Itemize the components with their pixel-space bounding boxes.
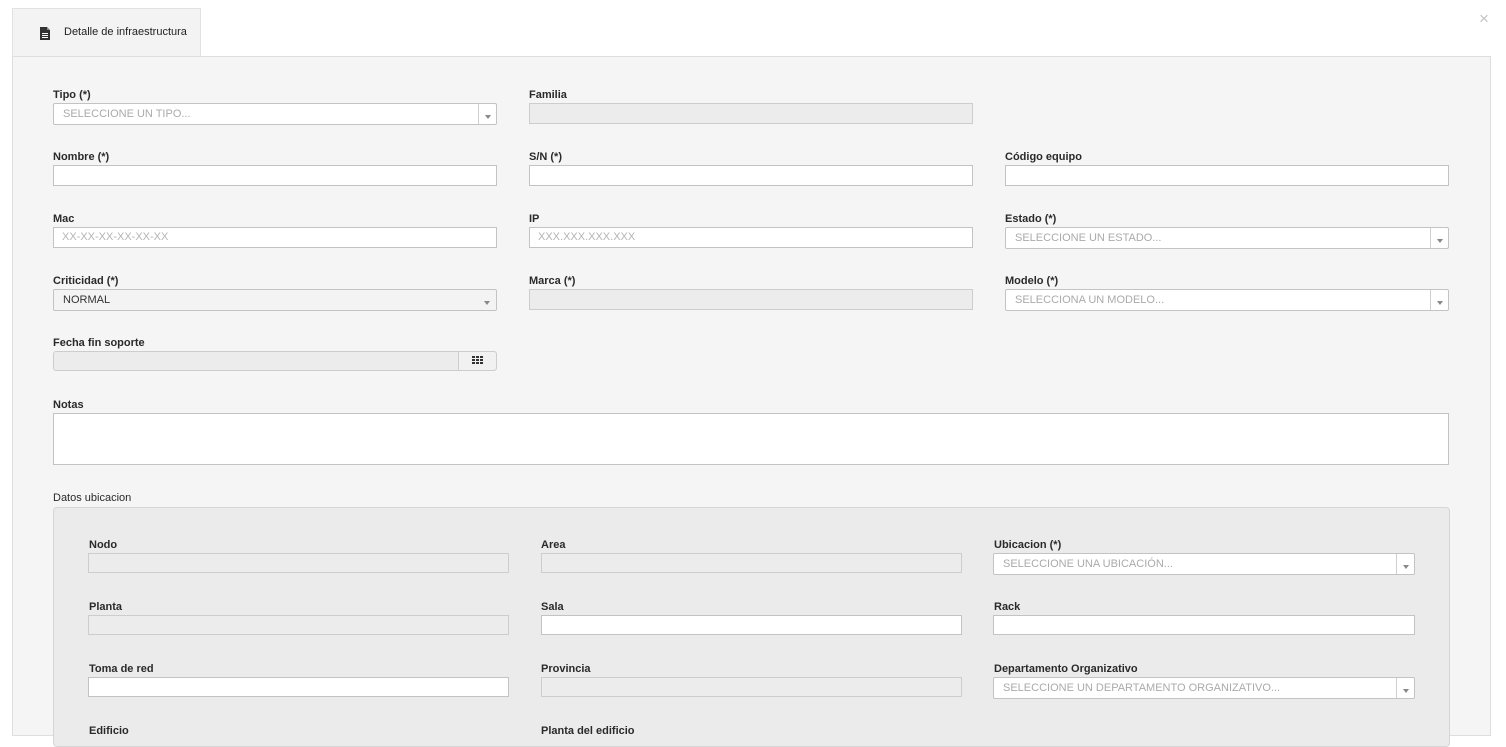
marca-field [529,289,973,310]
fecha-fin-soporte-field[interactable] [53,351,497,371]
criticidad-label: Criticidad (*) [53,275,119,287]
modelo-label: Modelo (*) [1005,275,1059,287]
tab-label: Detalle de infraestructura [64,26,187,38]
criticidad-select[interactable]: NORMAL [53,289,497,311]
familia-label: Familia [529,89,567,101]
tab-detalle-infraestructura[interactable]: Detalle de infraestructura [12,8,201,57]
area-label: Area [541,539,566,551]
ip-field[interactable]: XXX.XXX.XXX.XXX [529,227,973,248]
edificio-label: Edificio [89,725,129,737]
familia-field [529,103,973,124]
notas-textarea[interactable] [53,413,1449,465]
planta-field [88,615,509,635]
tipo-select[interactable]: SELECCIONE UN TIPO... [53,103,497,125]
criticidad-select-value: NORMAL [63,294,111,306]
ip-label: IP [529,213,540,225]
tipo-select-placeholder: SELECCIONE UN TIPO... [63,108,191,120]
mac-label: Mac [53,213,75,225]
provincia-field [541,677,962,697]
sn-field[interactable] [529,165,973,186]
toma-de-red-label: Toma de red [89,663,154,675]
notas-label: Notas [53,399,84,411]
chevron-down-icon [1396,678,1414,698]
chevron-down-icon [478,104,496,124]
nodo-field [88,553,509,573]
modelo-select-placeholder: SELECCIONA UN MODELO... [1015,294,1165,306]
chevron-down-icon [1430,290,1448,310]
ubicacion-select-placeholder: SELECCIONE UNA UBICACIÓN... [1003,558,1173,570]
rack-label: Rack [994,601,1021,613]
chevron-down-icon [478,290,496,310]
datos-ubicacion-panel: Nodo Area Ubicacion (*) SELECCIONE UNA U… [53,507,1450,747]
planta-label: Planta [89,601,123,613]
sala-field[interactable] [541,615,962,635]
planta-edificio-label: Planta del edificio [541,725,635,737]
toma-de-red-field[interactable] [88,677,509,697]
ubicacion-select[interactable]: SELECCIONE UNA UBICACIÓN... [993,553,1415,575]
codigo-equipo-field[interactable] [1005,165,1449,186]
estado-select[interactable]: SELECCIONE UN ESTADO... [1005,227,1449,249]
datos-ubicacion-title: Datos ubicacion [53,492,132,504]
nombre-label: Nombre (*) [53,151,110,163]
form-panel: Tipo (*) SELECCIONE UN TIPO... Familia N… [12,56,1491,747]
chevron-down-icon [1396,554,1414,574]
estado-select-placeholder: SELECCIONE UN ESTADO... [1015,232,1162,244]
modelo-select[interactable]: SELECCIONA UN MODELO... [1005,289,1449,311]
departamento-select[interactable]: SELECCIONE UN DEPARTAMENTO ORGANIZATIVO.… [993,677,1415,699]
codigo-equipo-label: Código equipo [1005,151,1082,163]
area-field [541,553,962,573]
chevron-down-icon [1430,228,1448,248]
tipo-label: Tipo (*) [53,89,91,101]
nombre-field[interactable] [53,165,497,186]
sala-label: Sala [541,601,564,613]
provincia-label: Provincia [541,663,591,675]
ubicacion-label: Ubicacion (*) [994,539,1062,551]
mac-field[interactable]: XX-XX-XX-XX-XX-XX [53,227,497,248]
close-icon[interactable]: × [1479,10,1489,27]
sn-label: S/N (*) [529,151,562,163]
marca-label: Marca (*) [529,275,576,287]
nodo-label: Nodo [89,539,118,551]
departamento-select-placeholder: SELECCIONE UN DEPARTAMENTO ORGANIZATIVO.… [1003,682,1281,694]
document-icon [40,27,50,40]
fecha-fin-soporte-label: Fecha fin soporte [53,337,145,349]
departamento-label: Departamento Organizativo [994,663,1138,675]
rack-field[interactable] [993,615,1415,635]
calendar-button[interactable] [458,352,496,370]
calendar-grid-icon [472,356,483,366]
estado-label: Estado (*) [1005,213,1057,225]
